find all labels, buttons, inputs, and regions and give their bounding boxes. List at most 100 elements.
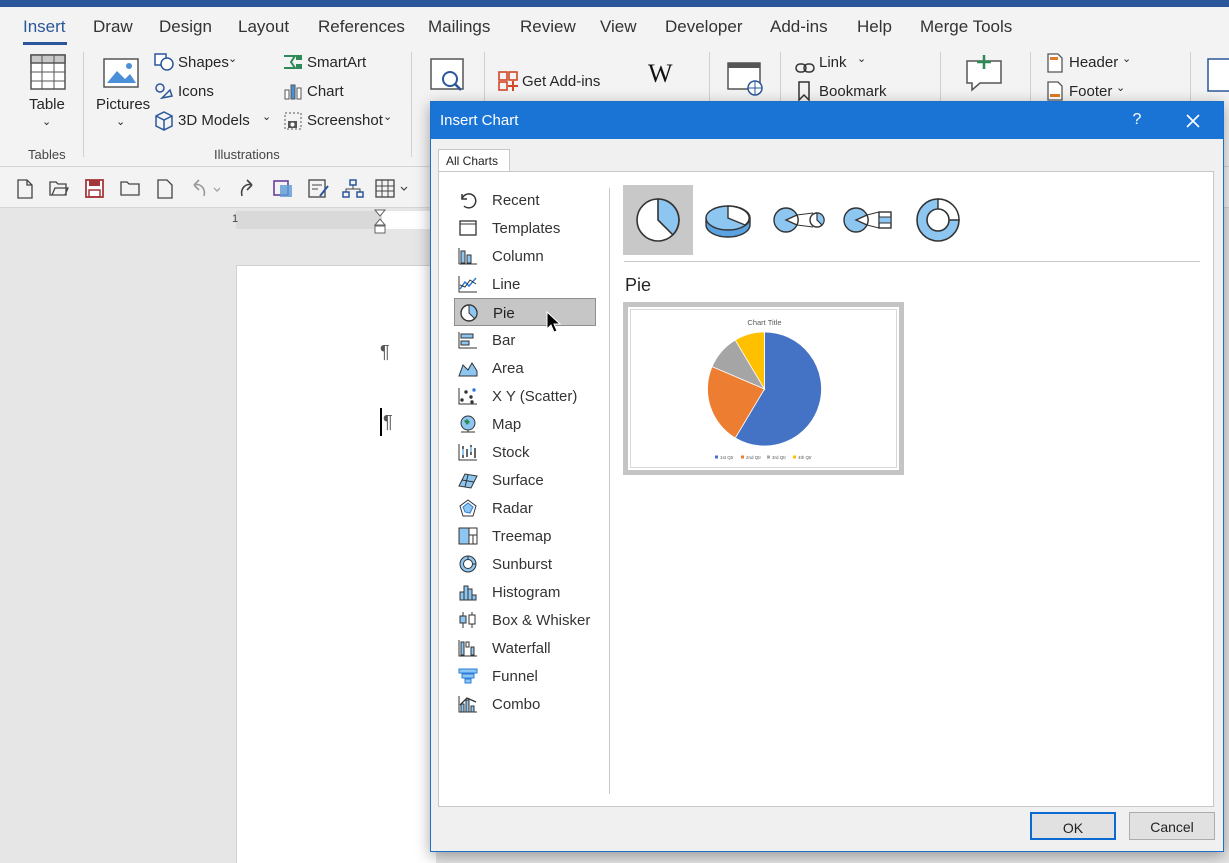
dialog-title-bar: Insert Chart ?	[431, 102, 1223, 139]
text-box-icon[interactable]	[1207, 58, 1229, 94]
category-bar[interactable]: Bar	[454, 326, 596, 354]
new-document-icon[interactable]	[16, 179, 34, 199]
category-histogram[interactable]: Histogram	[454, 578, 596, 606]
subtype-bar-of-pie[interactable]	[833, 185, 903, 255]
tab-all-charts[interactable]: All Charts	[438, 149, 510, 172]
tab-help[interactable]: Help	[857, 17, 892, 37]
subtype-pie[interactable]	[623, 185, 693, 255]
tab-add-ins[interactable]: Add-ins	[770, 17, 828, 37]
chevron-down-icon: ⌄	[1116, 82, 1126, 94]
ok-button[interactable]: OK	[1030, 812, 1116, 840]
category-x-y-scatter[interactable]: X Y (Scatter)	[454, 382, 596, 410]
map-chart-icon	[460, 415, 476, 433]
insert-table-icon[interactable]	[375, 179, 409, 199]
category-label: Radar	[492, 500, 533, 517]
pie-of-pie-icon	[773, 207, 825, 233]
pie-icon	[636, 198, 680, 242]
doughnut-icon	[916, 198, 960, 242]
category-combo[interactable]: Combo	[454, 690, 596, 718]
category-column[interactable]: Column	[454, 242, 596, 270]
category-surface[interactable]: Surface	[454, 466, 596, 494]
chart-label: Chart	[307, 83, 344, 100]
category-pie[interactable]: Pie	[454, 298, 596, 326]
legend-swatch	[793, 455, 796, 459]
tab-mailings[interactable]: Mailings	[428, 17, 490, 37]
subtype-pie-of-pie[interactable]	[763, 185, 833, 255]
tab-references[interactable]: References	[318, 17, 405, 37]
comment-icon[interactable]	[964, 53, 1004, 93]
tab-draw[interactable]: Draw	[93, 17, 133, 37]
category-line[interactable]: Line	[454, 270, 596, 298]
chart-preview[interactable]: Chart Title 1st Qtr 2nd Qtr 3rd Qtr 4th Qtr	[623, 302, 904, 475]
category-box-whisker[interactable]: Box & Whisker	[454, 606, 596, 634]
histogram-chart-icon	[459, 585, 477, 601]
pie-chart: Chart Title 1st Qtr 2nd Qtr 3rd Qtr 4th Qtr	[707, 318, 822, 460]
legend-label: 3rd Qtr	[772, 455, 787, 460]
help-button[interactable]: ?	[1130, 111, 1144, 129]
open-folder-icon[interactable]	[49, 179, 69, 197]
subtype-title: Pie	[625, 275, 652, 295]
category-radar[interactable]: Radar	[454, 494, 596, 522]
save-icon[interactable]	[85, 179, 104, 198]
recent-chart-icon	[461, 193, 477, 209]
sunburst-chart-icon	[459, 555, 477, 573]
online-video-icon[interactable]	[727, 59, 765, 97]
category-label: Funnel	[492, 668, 538, 685]
tab-design[interactable]: Design	[159, 17, 212, 37]
insert-chart-dialog: Insert Chart ? All Charts Recent Template…	[430, 101, 1224, 852]
treemap-chart-icon	[458, 527, 478, 545]
legend-label: 4th Qtr	[798, 455, 812, 460]
store-icon	[498, 71, 518, 91]
link-label: Link	[819, 54, 847, 71]
tab-developer[interactable]: Developer	[665, 17, 743, 37]
category-label: Waterfall	[492, 640, 551, 657]
tab-layout[interactable]: Layout	[238, 17, 289, 37]
category-treemap[interactable]: Treemap	[454, 522, 596, 550]
tab-merge-tools[interactable]: Merge Tools	[920, 17, 1012, 37]
legend-swatch	[715, 455, 718, 459]
category-label: Pie	[493, 305, 515, 322]
tab-insert[interactable]: Insert	[23, 17, 66, 37]
category-divider	[609, 188, 610, 794]
indent-marker-icon[interactable]	[374, 209, 386, 235]
cube-icon	[155, 111, 173, 131]
page-icon[interactable]	[156, 179, 174, 199]
category-map[interactable]: Map	[454, 410, 596, 438]
tab-review[interactable]: Review	[520, 17, 576, 37]
shapes-label: Shapes	[178, 54, 229, 71]
category-label: Histogram	[492, 584, 561, 601]
chart-preview-area: Chart Title 1st Qtr 2nd Qtr 3rd Qtr 4th Qtr	[630, 309, 897, 468]
group-divider	[484, 52, 485, 102]
category-waterfall[interactable]: Waterfall	[454, 634, 596, 662]
category-funnel[interactable]: Funnel	[454, 662, 596, 690]
bar-chart-icon	[284, 84, 302, 100]
tab-view[interactable]: View	[600, 17, 637, 37]
category-label: Bar	[492, 332, 516, 349]
category-templates[interactable]: Templates	[454, 214, 596, 242]
subtype-3d-pie[interactable]	[693, 185, 763, 255]
smartart-label: SmartArt	[307, 54, 367, 71]
cancel-button[interactable]: Cancel	[1129, 812, 1215, 840]
undo-icon[interactable]	[190, 179, 220, 199]
category-area[interactable]: Area	[454, 354, 596, 382]
line-chart-icon	[458, 276, 477, 293]
shapes-icon	[154, 53, 174, 71]
document-search-icon[interactable]	[430, 58, 466, 94]
wikipedia-icon[interactable]: W	[648, 59, 673, 89]
document-page[interactable]: ¶ ¶	[236, 265, 436, 863]
category-recent[interactable]: Recent	[454, 186, 596, 214]
format-painter-icon[interactable]	[272, 179, 294, 199]
redo-icon[interactable]	[238, 179, 258, 199]
subtype-doughnut[interactable]	[903, 185, 973, 255]
folder-icon[interactable]	[120, 179, 140, 197]
group-divider	[411, 52, 412, 157]
org-chart-icon[interactable]	[342, 179, 364, 199]
category-stock[interactable]: Stock	[454, 438, 596, 466]
active-tab-indicator	[23, 42, 67, 45]
funnel-chart-icon	[458, 668, 478, 684]
title-bar-strip	[0, 0, 1229, 7]
illustrations-group-label: Illustrations	[214, 147, 280, 162]
edit-form-icon[interactable]	[308, 179, 330, 199]
close-icon[interactable]	[1181, 109, 1205, 133]
category-sunburst[interactable]: Sunburst	[454, 550, 596, 578]
